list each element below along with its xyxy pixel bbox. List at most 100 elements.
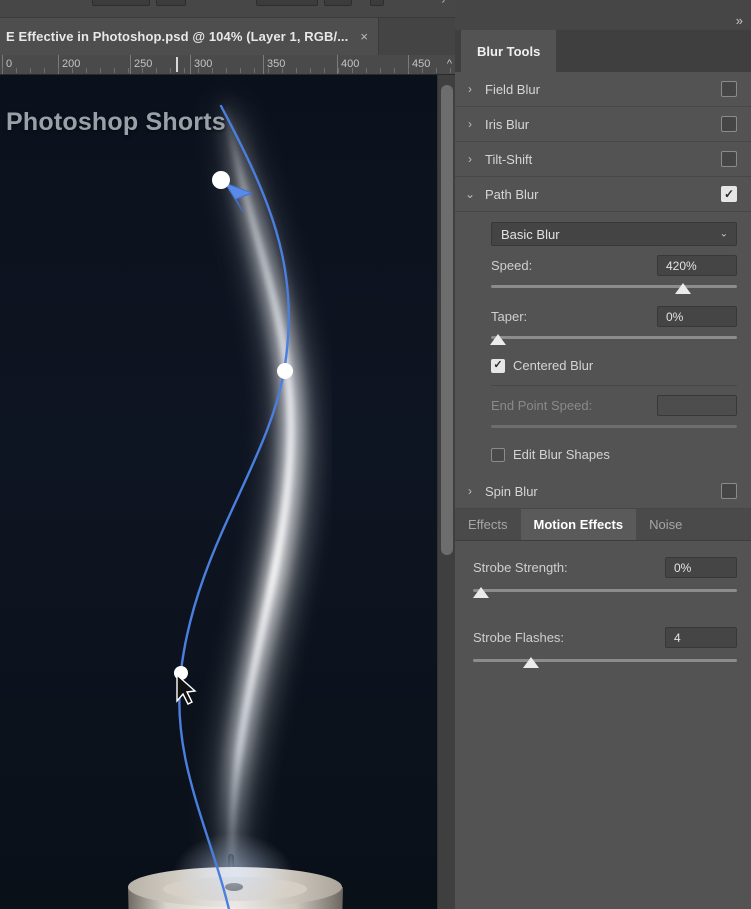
chevron-right-icon[interactable]: › — [455, 82, 485, 96]
speed-label: Speed: — [491, 258, 533, 273]
horizontal-ruler[interactable]: 0 200 250 300 350 400 450 ^ — [0, 55, 455, 75]
taper-control: Taper: 0% — [490, 306, 737, 348]
path-blur-controls: Basic Blur ⌄ Speed: 420% Taper: 0% ✓ Cen… — [455, 212, 751, 474]
blur-preset-select[interactable]: Basic Blur ⌄ — [491, 222, 737, 246]
ruler-minor-tick — [352, 68, 353, 73]
speed-slider-handle[interactable] — [674, 283, 691, 294]
canvas-overlay-text: Photoshop Shorts — [6, 108, 226, 136]
ruler-minor-tick — [16, 68, 17, 73]
ruler-tick — [263, 55, 264, 74]
speed-slider-track — [491, 285, 737, 288]
ruler-minor-tick — [338, 68, 339, 73]
panel-top-bar: » — [455, 0, 751, 30]
taper-value-input[interactable]: 0% — [657, 306, 737, 327]
strobe-flashes-label: Strobe Flashes: — [473, 630, 565, 645]
blur-section-field-blur[interactable]: › Field Blur — [455, 72, 751, 107]
strobe-flashes-slider-track — [473, 659, 737, 662]
ruler-minor-tick — [156, 68, 157, 73]
taper-slider-handle[interactable] — [490, 334, 507, 345]
canvas-vertical-scrollbar[interactable] — [437, 75, 455, 909]
close-icon[interactable]: × — [360, 30, 368, 43]
options-dropdown-1[interactable] — [92, 0, 150, 6]
ruler-minor-tick — [366, 68, 367, 73]
ruler-minor-tick — [268, 68, 269, 73]
ruler-minor-tick — [436, 68, 437, 73]
fx-tab-effects[interactable]: Effects — [455, 509, 521, 540]
strobe-strength-slider-handle[interactable] — [472, 587, 489, 598]
chevron-down-icon: ⌄ — [719, 228, 728, 240]
ruler-minor-tick — [380, 68, 381, 73]
options-field-2[interactable] — [324, 0, 352, 6]
chevron-up-icon[interactable]: ^ — [447, 58, 452, 70]
speed-slider[interactable] — [491, 283, 737, 297]
ruler-minor-tick — [184, 68, 185, 73]
taper-slider[interactable] — [490, 334, 737, 348]
ruler-minor-tick — [170, 68, 171, 73]
chevron-down-icon[interactable]: ⌄ — [455, 187, 485, 201]
document-tab[interactable]: E Effective in Photoshop.psd @ 104% (Lay… — [0, 18, 379, 55]
fx-tab-noise[interactable]: Noise — [636, 509, 695, 540]
strobe-flashes-value-input[interactable]: 4 — [665, 627, 737, 648]
options-checkbox-1[interactable] — [370, 0, 384, 6]
blur-section-checkbox[interactable] — [721, 483, 737, 499]
centered-blur-row[interactable]: Centered Blur — [491, 358, 737, 373]
blur-section-spin-blur[interactable]: › Spin Blur — [455, 474, 751, 509]
centered-blur-checkbox[interactable] — [491, 358, 505, 373]
strobe-strength-slider[interactable] — [472, 587, 737, 601]
strobe-flashes-slider-handle[interactable] — [523, 657, 540, 668]
fx-tab-motion-effects[interactable]: Motion Effects — [520, 509, 637, 540]
chevron-right-icon[interactable]: › — [455, 484, 485, 498]
strobe-flashes-control: Strobe Flashes: 4 — [473, 627, 737, 671]
blur-section-checkbox[interactable] — [721, 151, 737, 167]
ruler-label: 250 — [134, 58, 153, 70]
speed-control: Speed: 420% — [491, 255, 737, 297]
ruler-tick — [130, 55, 131, 74]
blur-section-iris-blur[interactable]: › Iris Blur — [455, 107, 751, 142]
blur-section-label: Spin Blur — [485, 483, 538, 499]
strobe-flashes-slider[interactable] — [473, 657, 737, 671]
centered-blur-label: Centered Blur — [513, 358, 594, 373]
options-label-mode: Mode: — [205, 0, 236, 3]
blur-section-checkbox[interactable] — [721, 116, 737, 132]
ruler-minor-tick — [310, 68, 311, 73]
edit-blur-shapes-checkbox[interactable] — [491, 447, 505, 462]
chevron-right-icon[interactable]: › — [455, 152, 485, 166]
ruler-minor-tick — [30, 68, 31, 73]
blur-section-checkbox[interactable] — [721, 81, 737, 97]
chevron-right-icon[interactable]: › — [455, 117, 485, 131]
blur-section-checkbox[interactable] — [721, 186, 737, 202]
taper-label: Taper: — [491, 309, 528, 324]
blur-preset-value: Basic Blur — [501, 226, 560, 242]
candle-smoke-image — [0, 75, 437, 909]
strobe-strength-value-input[interactable]: 0% — [665, 557, 737, 578]
image-canvas[interactable]: Photoshop Shorts — [0, 75, 437, 909]
ruler-minor-tick — [212, 68, 213, 73]
effects-body: Strobe Strength: 0% Strobe Flashes: 4 — [455, 541, 751, 671]
blur-section-label: Tilt-Shift — [485, 151, 533, 167]
ruler-minor-tick — [408, 68, 409, 73]
taper-slider-track — [491, 336, 737, 339]
ruler-minor-tick — [324, 68, 325, 73]
effects-tab-row: Effects Motion Effects Noise — [455, 509, 751, 541]
path-anchor-mid — [277, 363, 293, 379]
blur-gallery-panel: » Blur Tools › Field Blur › Iris Blur › Tilt-… — [455, 0, 751, 909]
ruler-label: 400 — [341, 58, 360, 70]
chevron-double-right-icon[interactable]: » — [736, 14, 743, 27]
document-tab-bar: E Effective in Photoshop.psd @ 104% (Lay… — [0, 18, 455, 55]
edit-blur-shapes-row[interactable]: Edit Blur Shapes — [491, 447, 737, 462]
ruler-minor-tick — [114, 68, 115, 73]
tab-blur-tools[interactable]: Blur Tools — [461, 30, 557, 72]
ruler-minor-tick — [422, 68, 423, 73]
canvas-scroll-thumb[interactable] — [441, 85, 453, 555]
ruler-minor-tick — [72, 68, 73, 73]
strobe-strength-slider-track — [473, 589, 737, 592]
ruler-minor-tick — [394, 68, 395, 73]
speed-value-input[interactable]: 420% — [657, 255, 737, 276]
blur-section-path-blur[interactable]: ⌄ Path Blur — [455, 177, 751, 212]
blur-section-tilt-shift[interactable]: › Tilt-Shift — [455, 142, 751, 177]
ruler-minor-tick — [226, 68, 227, 73]
options-dropdown-2[interactable] — [256, 0, 318, 6]
options-field-1[interactable] — [156, 0, 186, 6]
options-label-blend-mode: Blend Mode: — [6, 0, 68, 3]
end-point-speed-track — [491, 425, 737, 428]
